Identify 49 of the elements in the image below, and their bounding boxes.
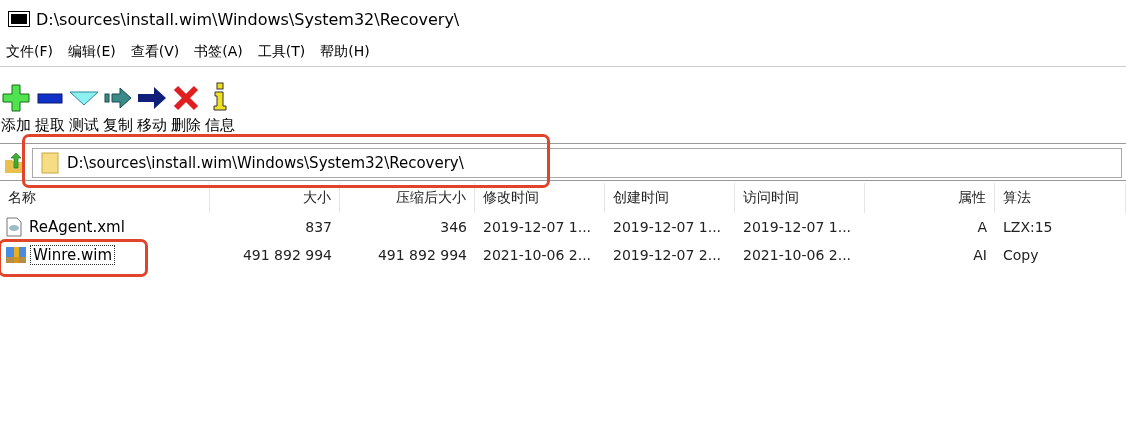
table-cell-text: 2019-12-07 2... bbox=[612, 247, 723, 263]
plus-icon bbox=[2, 84, 30, 112]
menu-item[interactable]: 书签(A) bbox=[190, 41, 250, 63]
folder-up-icon[interactable] bbox=[4, 152, 24, 174]
toolbar-button[interactable]: 删除 bbox=[170, 84, 202, 135]
toolbar-button[interactable]: 测试 bbox=[68, 84, 100, 135]
close-icon bbox=[172, 84, 200, 112]
table-cell-text: 837 bbox=[304, 219, 333, 235]
address-field[interactable]: D:\sources\install.wim\Windows\System32\Recovery\ bbox=[32, 148, 1122, 178]
toolbar-button[interactable]: 信息 bbox=[204, 82, 236, 135]
menu-item[interactable]: 文件(F) bbox=[2, 41, 60, 63]
document-icon bbox=[5, 217, 23, 237]
archive-icon bbox=[5, 245, 27, 265]
arrow-icon bbox=[137, 84, 167, 112]
column-header[interactable]: 创建时间 bbox=[605, 183, 735, 213]
table-cell-text: 2021-10-06 2... bbox=[742, 247, 853, 263]
table-cell-text: LZX:15 bbox=[1002, 219, 1054, 235]
info-icon bbox=[210, 82, 230, 112]
menu-item[interactable]: 工具(T) bbox=[253, 41, 313, 63]
toolbar-button[interactable]: 提取 bbox=[34, 84, 66, 135]
column-header[interactable]: 名称 bbox=[0, 183, 210, 213]
column-header[interactable]: 属性 bbox=[865, 183, 995, 213]
menu-item[interactable]: 查看(V) bbox=[126, 41, 187, 63]
toolbar-button[interactable]: 移动 bbox=[136, 84, 168, 135]
table-cell-text: 2021-10-06 2... bbox=[482, 247, 593, 263]
column-header[interactable]: 修改时间 bbox=[475, 183, 605, 213]
menu-item[interactable]: 编辑(E) bbox=[64, 41, 123, 63]
table-cell-text: Copy bbox=[1002, 247, 1040, 263]
table-cell-text: 491 892 994 bbox=[241, 247, 333, 263]
window-title: D:\sources\install.wim\Windows\System32\Recovery\ bbox=[36, 9, 460, 29]
column-header[interactable]: 算法 bbox=[995, 183, 1126, 213]
toolbar-button[interactable]: 添加 bbox=[0, 84, 32, 135]
table-cell-text: 491 892 994 bbox=[376, 247, 468, 263]
folder-icon bbox=[41, 152, 59, 174]
app-logo-icon bbox=[8, 11, 30, 27]
table-cell-text: 2019-12-07 1... bbox=[612, 219, 723, 235]
toolbar-button[interactable]: 复制 bbox=[102, 84, 134, 135]
table-cell-text: 346 bbox=[439, 219, 468, 235]
file-name[interactable]: ReAgent.xml bbox=[26, 217, 128, 237]
menu-item[interactable]: 帮助(H) bbox=[316, 41, 377, 63]
column-header[interactable]: 大小 bbox=[210, 183, 340, 213]
arrow-icon bbox=[104, 84, 132, 112]
column-header[interactable]: 访问时间 bbox=[735, 183, 865, 213]
table-cell-text: A bbox=[976, 219, 988, 235]
table-cell-text: 2019-12-07 1... bbox=[482, 219, 593, 235]
table-cell-text: 2019-12-07 1... bbox=[742, 219, 853, 235]
file-name[interactable]: Winre.wim bbox=[30, 245, 116, 265]
table-cell-text: AI bbox=[972, 247, 988, 263]
column-header[interactable]: 压缩后大小 bbox=[340, 183, 475, 213]
